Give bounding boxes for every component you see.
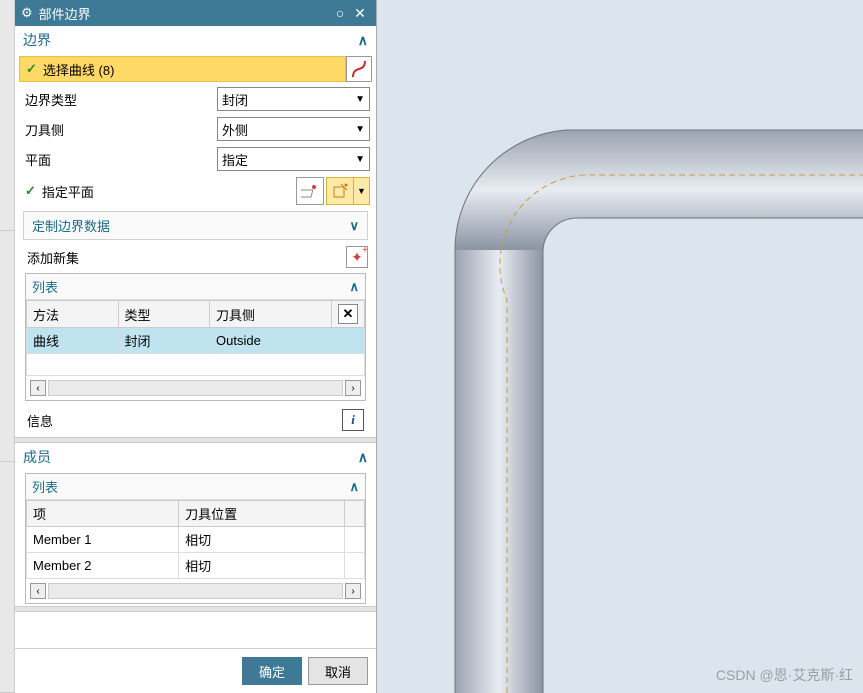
chevron-up-icon[interactable]: ∧ bbox=[358, 32, 368, 49]
scroll-left-button[interactable]: ‹ bbox=[30, 380, 46, 396]
members-table: 项 刀具位置 Member 1相切 Member 2相切 bbox=[26, 500, 365, 579]
table-row[interactable]: Member 1相切 bbox=[27, 527, 365, 553]
list-header[interactable]: 列表 ∧ bbox=[26, 274, 365, 300]
plane-dropdown-button[interactable]: ▼ bbox=[354, 177, 370, 205]
plane-select[interactable]: 指定▼ bbox=[217, 147, 370, 171]
members-list-header[interactable]: 列表 ∧ bbox=[26, 474, 365, 500]
remove-row-button[interactable]: ✕ bbox=[338, 304, 358, 324]
chevron-up-icon[interactable]: ∧ bbox=[358, 449, 368, 466]
select-curve-row[interactable]: ✓ 选择曲线 (8) bbox=[19, 56, 372, 82]
boundary-type-select[interactable]: 封闭▼ bbox=[217, 87, 370, 111]
chevron-up-icon[interactable]: ∧ bbox=[349, 479, 359, 495]
check-icon: ✓ bbox=[26, 61, 37, 77]
plane-define-button[interactable] bbox=[326, 177, 354, 205]
help-button[interactable]: ○ bbox=[330, 5, 350, 21]
viewport-3d[interactable]: CSDN @恩·艾克斯·红 bbox=[377, 0, 863, 693]
scroll-left-button[interactable]: ‹ bbox=[30, 583, 46, 599]
select-curve-label: 选择曲线 (8) bbox=[43, 60, 115, 79]
divider bbox=[15, 606, 376, 612]
chevron-up-icon[interactable]: ∧ bbox=[349, 279, 359, 295]
close-button[interactable]: ✕ bbox=[350, 5, 370, 22]
dialog-panel: ⚙ 部件边界 ○ ✕ 边界 ∧ ✓ 选择曲线 (8) 边界类型 bbox=[15, 0, 377, 693]
col-method[interactable]: 方法 bbox=[27, 301, 119, 328]
scroll-right-button[interactable]: › bbox=[345, 583, 361, 599]
info-label: 信息 bbox=[27, 411, 342, 430]
boundary-type-label: 边界类型 bbox=[21, 90, 217, 109]
scroll-right-button[interactable]: › bbox=[345, 380, 361, 396]
section-members[interactable]: 成员 ∧ bbox=[15, 443, 376, 471]
check-icon: ✓ bbox=[21, 183, 36, 199]
window-title: 部件边界 bbox=[39, 4, 330, 23]
col-item[interactable]: 项 bbox=[27, 501, 179, 527]
hscrollbar[interactable]: ‹ › bbox=[26, 376, 365, 400]
gear-icon: ⚙ bbox=[21, 5, 33, 21]
info-button[interactable]: i bbox=[342, 409, 364, 431]
table-row[interactable] bbox=[27, 354, 365, 376]
spec-plane-label: 指定平面 bbox=[42, 182, 294, 201]
titlebar: ⚙ 部件边界 ○ ✕ bbox=[15, 0, 376, 26]
pipe-model bbox=[377, 0, 863, 693]
tool-side-label: 刀具侧 bbox=[21, 120, 217, 139]
table-row[interactable]: Member 2相切 bbox=[27, 553, 365, 579]
ok-button[interactable]: 确定 bbox=[242, 657, 302, 685]
button-row: 确定 取消 bbox=[15, 648, 376, 693]
cancel-button[interactable]: 取消 bbox=[308, 657, 368, 685]
hscrollbar[interactable]: ‹ › bbox=[26, 579, 365, 603]
plane-label: 平面 bbox=[21, 150, 217, 169]
curve-icon-button[interactable] bbox=[346, 56, 372, 82]
custom-boundary-data[interactable]: 定制边界数据 ∨ bbox=[23, 211, 368, 240]
chevron-down-icon[interactable]: ∨ bbox=[349, 218, 359, 234]
tool-side-select[interactable]: 外侧▼ bbox=[217, 117, 370, 141]
plane-picker-button[interactable] bbox=[296, 177, 324, 205]
col-tool-side[interactable]: 刀具侧 bbox=[210, 301, 332, 328]
col-type[interactable]: 类型 bbox=[118, 301, 210, 328]
table-row[interactable]: 曲线 封闭 Outside bbox=[27, 328, 365, 354]
add-new-button[interactable]: ✦ bbox=[346, 246, 368, 268]
left-gutter bbox=[0, 0, 15, 693]
watermark: CSDN @恩·艾克斯·红 bbox=[716, 665, 853, 685]
add-new-label: 添加新集 bbox=[23, 248, 346, 267]
boundary-table: 方法 类型 刀具侧 ✕ 曲线 封闭 Outside bbox=[26, 300, 365, 376]
section-boundary[interactable]: 边界 ∧ bbox=[15, 26, 376, 54]
col-tool-pos[interactable]: 刀具位置 bbox=[179, 501, 345, 527]
